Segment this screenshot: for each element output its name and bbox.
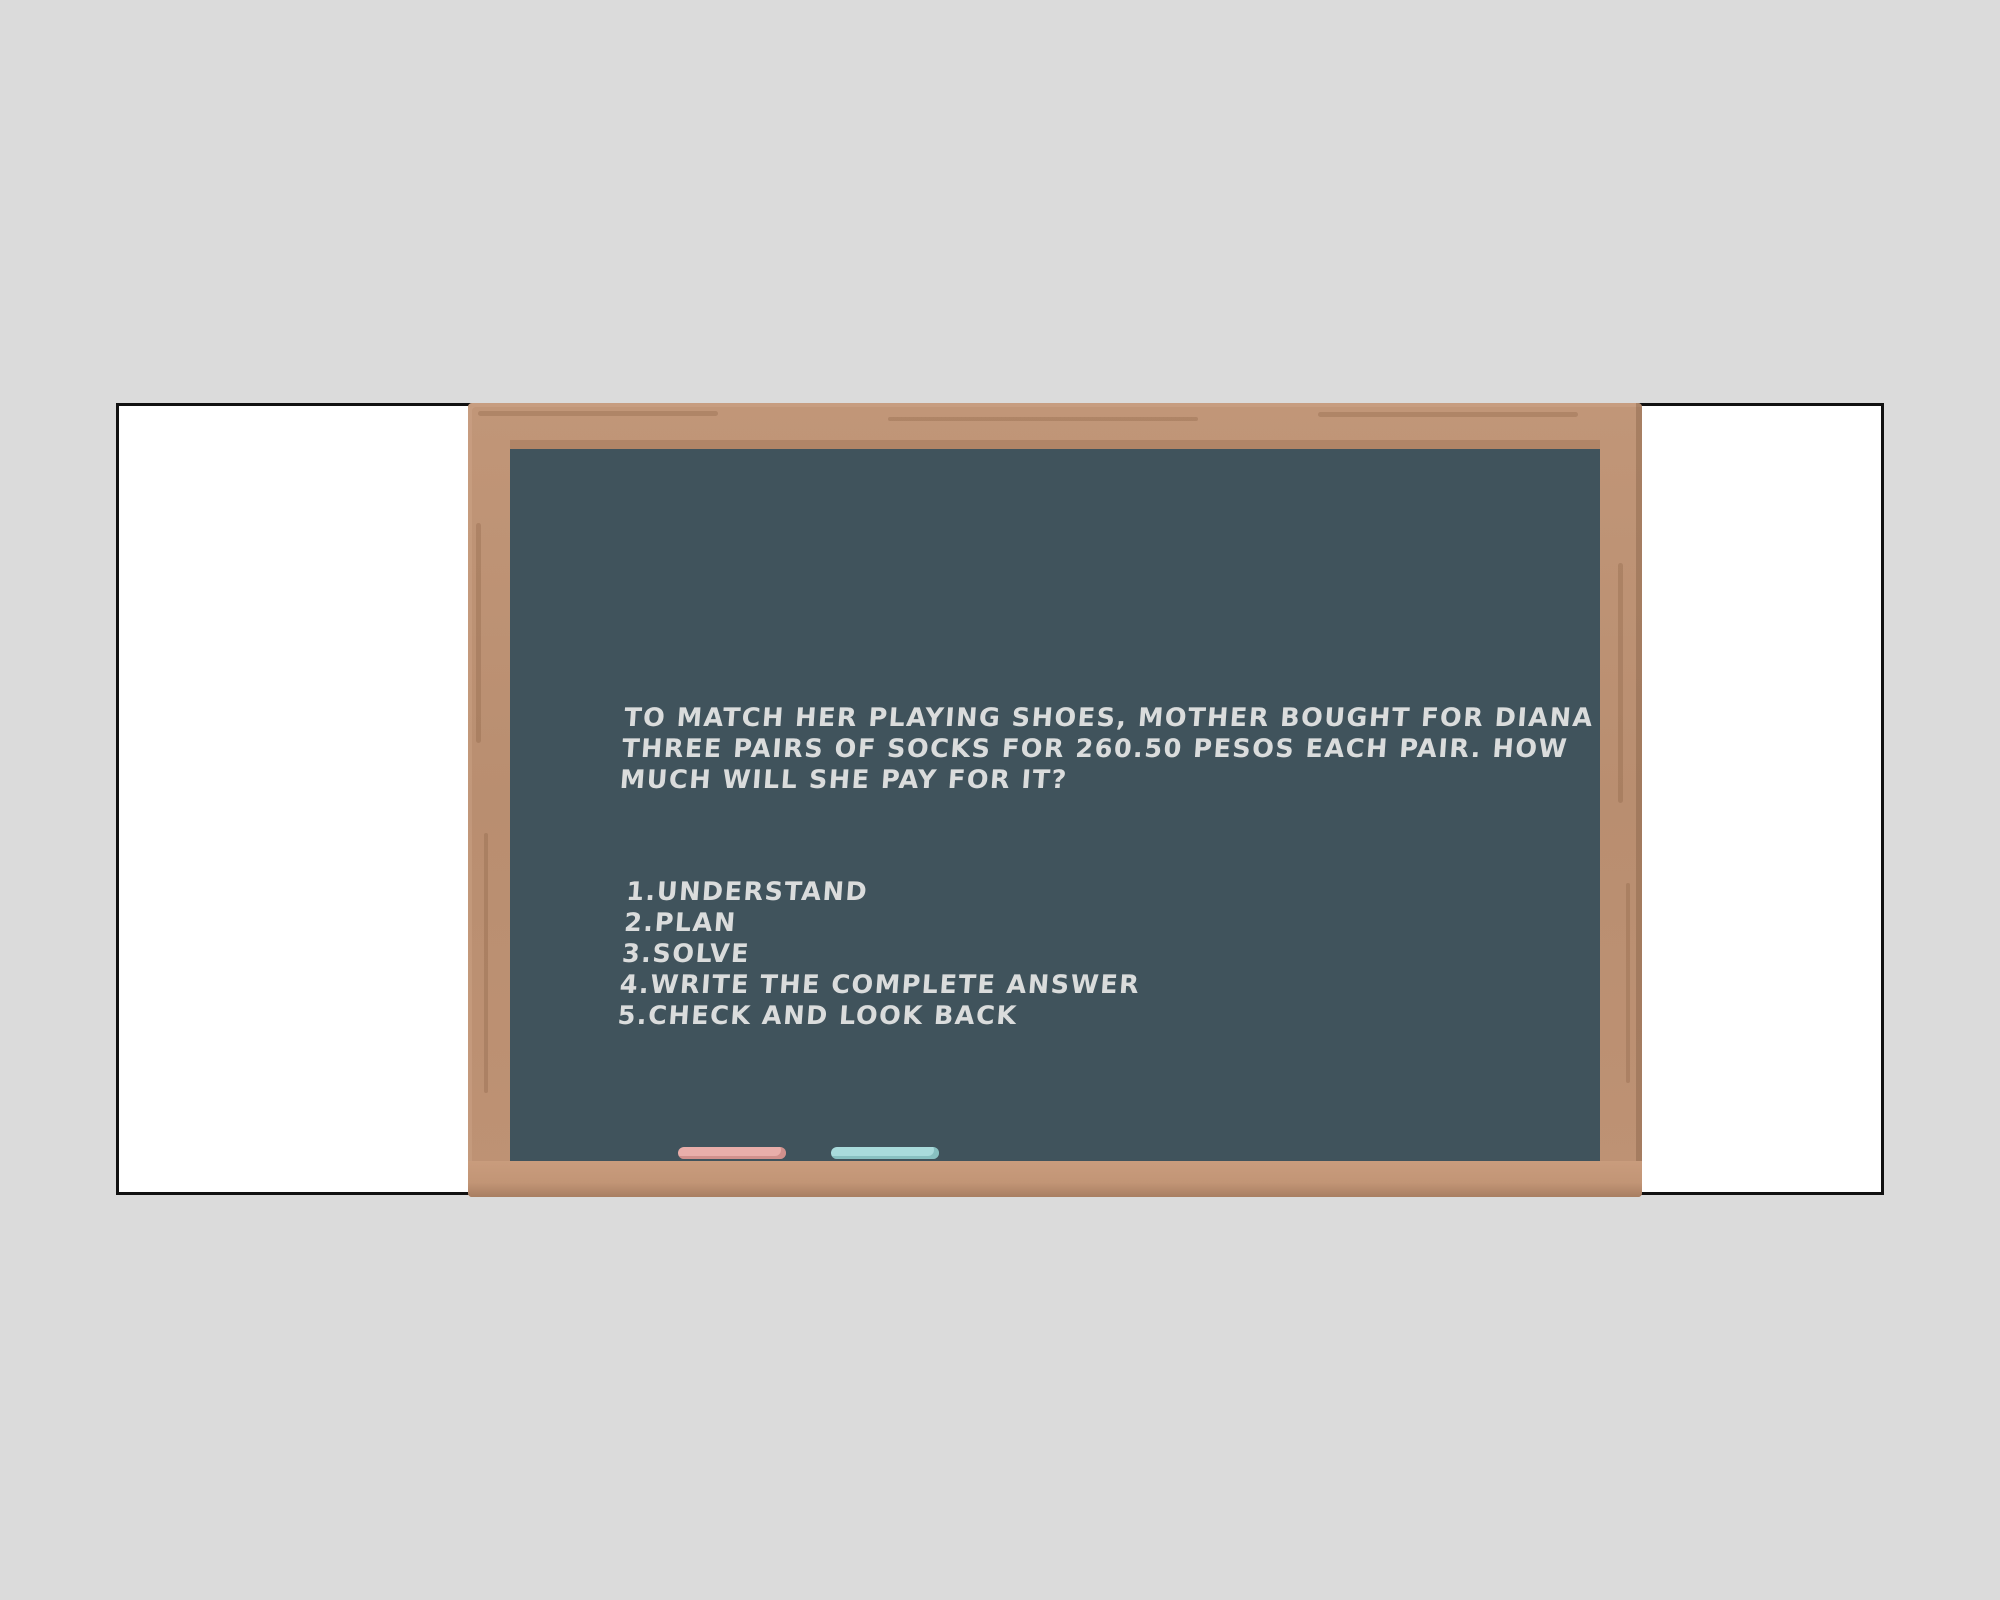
blue-chalk-icon xyxy=(831,1147,939,1159)
step-check: 5.CHECK AND LOOK BACK xyxy=(616,1001,1019,1031)
wood-grain xyxy=(484,833,488,1093)
problem-line: TO MATCH HER PLAYING SHOES, MOTHER BOUGH… xyxy=(623,703,1595,733)
word-problem: TO MATCH HER PLAYING SHOES, MOTHER BOUGH… xyxy=(619,703,1595,796)
chalkboard-surface: TO MATCH HER PLAYING SHOES, MOTHER BOUGH… xyxy=(510,440,1600,1162)
problem-line: MUCH WILL SHE PAY FOR IT? xyxy=(618,765,1069,795)
wood-grain xyxy=(888,417,1198,421)
chalkboard-inner xyxy=(510,449,1600,1162)
problem-solving-steps: 1.UNDERSTAND 2.PLAN 3.SOLVE 4.WRITE THE … xyxy=(617,877,1148,1032)
step-solve: 3.SOLVE xyxy=(620,939,751,969)
wood-grain xyxy=(478,411,718,416)
blackboard-frame: TO MATCH HER PLAYING SHOES, MOTHER BOUGH… xyxy=(468,403,1642,1197)
pink-chalk-icon xyxy=(678,1147,786,1159)
step-understand: 1.UNDERSTAND xyxy=(625,877,870,907)
chalk-ledge xyxy=(468,1161,1642,1197)
wood-grain xyxy=(476,523,481,743)
problem-line: THREE PAIRS OF SOCKS FOR 260.50 PESOS EA… xyxy=(620,734,1570,764)
wood-grain xyxy=(1318,412,1578,417)
wood-grain xyxy=(1618,563,1623,803)
wood-grain xyxy=(1626,883,1630,1083)
step-write-answer: 4.WRITE THE COMPLETE ANSWER xyxy=(618,970,1142,1000)
step-plan: 2.PLAN xyxy=(623,908,738,938)
